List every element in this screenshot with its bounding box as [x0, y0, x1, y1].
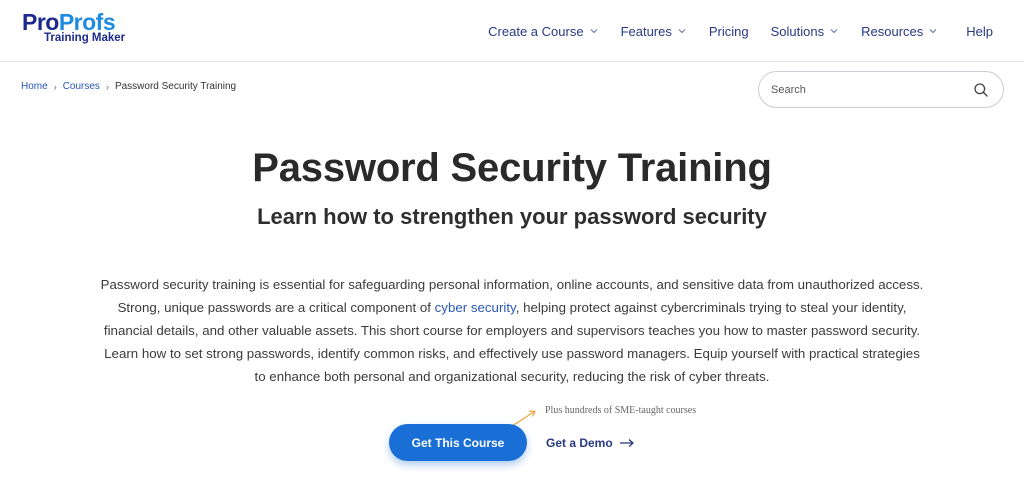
- search-box: [758, 71, 1004, 108]
- course-description: Password security training is essential …: [72, 273, 952, 388]
- nav-solutions[interactable]: Solutions: [771, 24, 839, 39]
- get-a-demo-link[interactable]: Get a Demo: [546, 436, 635, 450]
- demo-label: Get a Demo: [546, 436, 613, 450]
- logo-wordmark: ProProfs: [22, 9, 116, 35]
- nav-create-a-course[interactable]: Create a Course: [488, 24, 598, 39]
- chevron-down-icon: [677, 26, 687, 36]
- breadcrumb-separator: ›: [105, 81, 109, 92]
- nav-label: Features: [620, 23, 672, 39]
- logo-subtitle: Training Maker: [44, 32, 126, 44]
- site-header: ProProfs Training Maker Create a Course …: [0, 0, 1024, 62]
- breadcrumb-home[interactable]: Home: [21, 81, 48, 92]
- description-line: financial details, and other valuable as…: [103, 323, 921, 338]
- nav-label: Solutions: [770, 23, 825, 39]
- nav-label: Pricing: [708, 23, 749, 39]
- nav-resources[interactable]: Resources: [861, 24, 938, 39]
- nav-label: Help: [966, 23, 993, 39]
- proprofs-logo[interactable]: ProProfs Training Maker: [22, 11, 132, 51]
- nav-label: Resources: [861, 23, 924, 39]
- description-line: Password security training is essential …: [100, 277, 924, 292]
- chevron-down-icon: [829, 26, 839, 36]
- search-input[interactable]: [771, 81, 961, 99]
- description-line: to enhance both personal and organizatio…: [254, 369, 770, 384]
- arrow-right-icon: [619, 439, 634, 447]
- breadcrumb-separator: ›: [53, 81, 57, 92]
- description-line: Learn how to set strong passwords, ident…: [104, 346, 920, 361]
- search-icon[interactable]: [973, 82, 989, 98]
- nav-label: Create a Course: [488, 23, 584, 39]
- chevron-down-icon: [589, 26, 599, 36]
- get-this-course-button[interactable]: Get This Course: [389, 424, 527, 461]
- nav-pricing[interactable]: Pricing: [709, 24, 749, 39]
- page-title: Password Security Training: [252, 146, 772, 190]
- breadcrumb-courses[interactable]: Courses: [63, 81, 100, 92]
- nav-features[interactable]: Features: [621, 24, 687, 39]
- description-line: Strong, unique passwords are a critical …: [117, 300, 907, 315]
- page-subtitle: Learn how to strengthen your password se…: [257, 204, 767, 229]
- plus-courses-note: Plus hundreds of SME-taught courses: [545, 405, 697, 416]
- breadcrumb-current: Password Security Training: [114, 81, 237, 92]
- cyber-security-link[interactable]: cyber security: [435, 300, 516, 315]
- chevron-down-icon: [928, 26, 938, 36]
- main-nav: Create a Course Features Pricing Solutio…: [488, 0, 1024, 62]
- nav-help[interactable]: Help: [966, 24, 993, 39]
- breadcrumb: Home › Courses › Password Security Train…: [21, 81, 236, 92]
